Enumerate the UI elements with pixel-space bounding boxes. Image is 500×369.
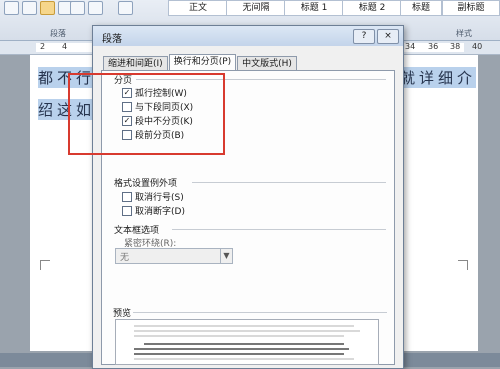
ruler-mark: 36: [428, 42, 439, 51]
tight-wrap-value: 无: [120, 253, 130, 263]
textbox-options-title: 文本框选项: [114, 226, 160, 236]
align-right-button[interactable]: [40, 1, 55, 15]
preview-line: [134, 358, 354, 360]
option-label: 取消行号(S): [135, 193, 184, 203]
align-buttons: [4, 0, 73, 16]
tab-asian-typography[interactable]: 中文版式(H): [237, 56, 297, 71]
style-heading-2[interactable]: 标题 2: [342, 0, 402, 16]
border-group: [118, 0, 133, 16]
formatting-exceptions-title: 格式设置例外项: [114, 179, 178, 189]
dialog-tabs: 缩进和间距(I) 换行和分页(P) 中文版式(H): [103, 54, 298, 71]
preview-line: [134, 348, 349, 350]
help-button[interactable]: ?: [353, 29, 375, 44]
section-divider: [192, 182, 386, 183]
section-divider: [172, 229, 386, 230]
style-heading-1[interactable]: 标题 1: [284, 0, 344, 16]
borders-button[interactable]: [118, 1, 133, 15]
tight-wrap-select[interactable]: 无 ▼: [115, 248, 233, 264]
tab-indents-spacing[interactable]: 缩进和间距(I): [103, 56, 168, 71]
option-label: 取消断字(D): [135, 207, 185, 217]
checkbox[interactable]: [122, 191, 132, 202]
document-text-line: 就详细介: [400, 67, 477, 88]
close-button[interactable]: ×: [377, 29, 399, 44]
ruler-mark: 38: [450, 42, 461, 51]
style-title[interactable]: 标题: [400, 0, 442, 16]
preview-line: [144, 343, 344, 345]
crop-mark: [458, 260, 468, 270]
dialog-title-bar[interactable]: 段落 ? ×: [93, 26, 403, 46]
style-normal[interactable]: 正文: [168, 0, 228, 16]
highlight-box: [68, 73, 225, 155]
paragraph-group-label: 段落: [50, 29, 66, 38]
ruler-mark: 34: [405, 42, 416, 51]
preview-line: [134, 353, 344, 355]
preview-pane: [115, 319, 379, 365]
line-spacing-button[interactable]: [70, 1, 85, 15]
line-spacing-group: [70, 0, 103, 16]
suppress-line-numbers-option[interactable]: 取消行号(S): [122, 191, 184, 203]
section-divider: [133, 312, 387, 313]
ruler-mark: 2: [40, 42, 46, 51]
preview-title: 预览: [113, 309, 132, 319]
dialog-title: 段落: [102, 34, 122, 45]
shading-button[interactable]: [88, 1, 103, 15]
align-center-button[interactable]: [22, 1, 37, 15]
align-left-button[interactable]: [4, 1, 19, 15]
style-subtitle[interactable]: 副标题: [442, 0, 500, 16]
dont-hyphenate-option[interactable]: 取消断字(D): [122, 205, 185, 217]
preview-line: [134, 330, 360, 332]
style-no-spacing[interactable]: 无间隔: [226, 0, 286, 16]
preview-line: [134, 325, 354, 327]
checkbox[interactable]: [122, 205, 132, 216]
preview-line: [134, 335, 344, 337]
tab-line-page-breaks[interactable]: 换行和分页(P): [168, 54, 237, 71]
crop-mark: [40, 260, 50, 270]
ruler-mark: 4: [62, 42, 68, 51]
style-group-label: 样式: [456, 29, 472, 38]
chevron-down-icon[interactable]: ▼: [220, 249, 232, 263]
ruler-mark: 40: [472, 42, 483, 51]
